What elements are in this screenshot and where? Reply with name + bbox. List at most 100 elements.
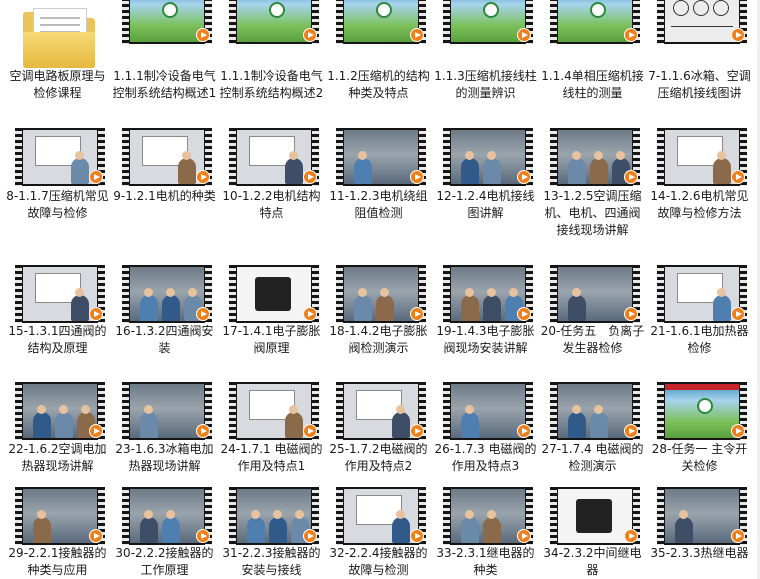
play-icon bbox=[196, 28, 210, 42]
play-icon bbox=[196, 307, 210, 321]
file-grid: 空调电路板原理与检修课程 1.1.1制冷设备电气控制系统结构概述1 1.1.1制冷设… bbox=[0, 0, 760, 579]
video-file-label: 31-2.2.3接触器的安装与接线 bbox=[222, 546, 321, 577]
video-file-label: 25-1.7.2电磁阀的作用及特点2 bbox=[329, 442, 428, 473]
play-icon bbox=[89, 529, 103, 543]
play-icon bbox=[624, 307, 638, 321]
video-thumbnail bbox=[443, 265, 533, 323]
video-file-label: 23-1.6.3冰箱电加热器现场讲解 bbox=[115, 442, 214, 473]
play-icon bbox=[624, 529, 638, 543]
play-icon bbox=[410, 28, 424, 42]
video-file-label: 34-2.3.2中间继电器 bbox=[543, 546, 642, 577]
play-icon bbox=[624, 28, 638, 42]
video-thumbnail bbox=[15, 128, 105, 186]
video-thumbnail bbox=[229, 0, 319, 44]
video-file-label: 28-任务一 主令开关检修 bbox=[651, 442, 748, 473]
video-thumbnail bbox=[657, 128, 747, 186]
video-file-label: 11-1.2.3电机绕组阻值检测 bbox=[329, 189, 428, 220]
video-thumbnail bbox=[336, 487, 426, 545]
video-thumbnail bbox=[229, 487, 319, 545]
video-thumbnail bbox=[443, 487, 533, 545]
play-icon bbox=[89, 424, 103, 438]
video-thumbnail bbox=[229, 265, 319, 323]
video-file-label: 29-2.2.1接触器的种类与应用 bbox=[8, 546, 107, 577]
play-icon bbox=[517, 424, 531, 438]
play-icon bbox=[517, 170, 531, 184]
video-file-label: 35-2.3.3热继电器 bbox=[650, 546, 749, 560]
play-icon bbox=[303, 170, 317, 184]
video-thumbnail bbox=[657, 487, 747, 545]
play-icon bbox=[410, 424, 424, 438]
video-thumbnail bbox=[657, 382, 747, 440]
play-icon bbox=[303, 424, 317, 438]
play-icon bbox=[731, 424, 745, 438]
video-thumbnail bbox=[229, 128, 319, 186]
video-thumbnail bbox=[15, 265, 105, 323]
play-icon bbox=[196, 529, 210, 543]
video-file-label: 27-1.7.4 电磁阀的检测演示 bbox=[541, 442, 644, 473]
video-thumbnail bbox=[657, 265, 747, 323]
play-icon bbox=[731, 529, 745, 543]
video-file-label: 1.1.1制冷设备电气控制系统结构概述2 bbox=[219, 69, 324, 100]
folder-label: 空调电路板原理与检修课程 bbox=[9, 69, 106, 100]
video-file-label: 9-1.2.1电机的种类 bbox=[113, 189, 216, 203]
video-file-label: 14-1.2.6电机常见故障与检修方法 bbox=[650, 189, 749, 220]
video-thumbnail bbox=[550, 128, 640, 186]
video-thumbnail bbox=[122, 487, 212, 545]
play-icon bbox=[303, 28, 317, 42]
video-thumbnail bbox=[122, 0, 212, 44]
play-icon bbox=[196, 424, 210, 438]
video-file-label: 1.1.4单相压缩机接线柱的测量 bbox=[541, 69, 644, 100]
video-file-label: 20-任务五 负离子发生器检修 bbox=[540, 324, 645, 355]
video-thumbnail bbox=[443, 382, 533, 440]
video-file-label: 24-1.7.1 电磁阀的作用及特点1 bbox=[220, 442, 323, 473]
video-thumbnail bbox=[15, 382, 105, 440]
video-file-label: 19-1.4.3电子膨胀阀现场安装讲解 bbox=[436, 324, 535, 355]
video-thumbnail bbox=[550, 487, 640, 545]
video-file-label: 13-1.2.5空调压缩机、电机、四通阀接线现场讲解 bbox=[543, 189, 642, 237]
video-thumbnail bbox=[657, 0, 747, 44]
video-file-label: 1.1.1制冷设备电气控制系统结构概述1 bbox=[112, 69, 217, 100]
video-thumbnail bbox=[122, 382, 212, 440]
play-icon bbox=[303, 529, 317, 543]
video-thumbnail bbox=[550, 265, 640, 323]
video-thumbnail bbox=[122, 265, 212, 323]
folder-icon bbox=[23, 8, 95, 68]
video-file-label: 12-1.2.4电机接线图讲解 bbox=[436, 189, 535, 220]
video-file-label: 10-1.2.2电机结构特点 bbox=[222, 189, 321, 220]
video-thumbnail bbox=[15, 487, 105, 545]
video-file-label: 32-2.2.4接触器的故障与检测 bbox=[329, 546, 428, 577]
play-icon bbox=[410, 170, 424, 184]
folder-item[interactable]: 空调电路板原理与检修课程 bbox=[5, 0, 110, 110]
video-file-label: 16-1.3.2四通阀安装 bbox=[115, 324, 214, 355]
video-file-label: 30-2.2.2接触器的工作原理 bbox=[115, 546, 214, 577]
video-thumbnail bbox=[122, 128, 212, 186]
video-file-label: 8-1.1.7压缩机常见故障与检修 bbox=[6, 189, 109, 220]
play-icon bbox=[624, 424, 638, 438]
video-file-label: 7-1.1.6冰箱、空调压缩机接线图讲 bbox=[648, 69, 751, 100]
video-thumbnail bbox=[336, 128, 426, 186]
video-thumbnail bbox=[550, 382, 640, 440]
video-file-label: 33-2.3.1继电器的种类 bbox=[436, 546, 535, 577]
play-icon bbox=[89, 170, 103, 184]
video-file-label: 18-1.4.2电子膨胀阀检测演示 bbox=[329, 324, 428, 355]
play-icon bbox=[89, 307, 103, 321]
play-icon bbox=[303, 307, 317, 321]
video-file-label: 1.1.2压缩机的结构种类及特点 bbox=[327, 69, 430, 100]
play-icon bbox=[410, 307, 424, 321]
video-thumbnail bbox=[550, 0, 640, 44]
video-file-label: 1.1.3压缩机接线柱的测量辨识 bbox=[434, 69, 537, 100]
video-thumbnail bbox=[336, 382, 426, 440]
video-file-label: 26-1.7.3 电磁阀的作用及特点3 bbox=[434, 442, 537, 473]
video-thumbnail bbox=[336, 265, 426, 323]
play-icon bbox=[731, 170, 745, 184]
play-icon bbox=[731, 28, 745, 42]
video-thumbnail bbox=[443, 128, 533, 186]
video-thumbnail bbox=[443, 0, 533, 44]
play-icon bbox=[731, 307, 745, 321]
video-file-label: 21-1.6.1电加热器检修 bbox=[650, 324, 749, 355]
video-thumbnail bbox=[229, 382, 319, 440]
video-file-label: 17-1.4.1电子膨胀阀原理 bbox=[222, 324, 321, 355]
play-icon bbox=[410, 529, 424, 543]
play-icon bbox=[624, 170, 638, 184]
video-thumbnail bbox=[336, 0, 426, 44]
